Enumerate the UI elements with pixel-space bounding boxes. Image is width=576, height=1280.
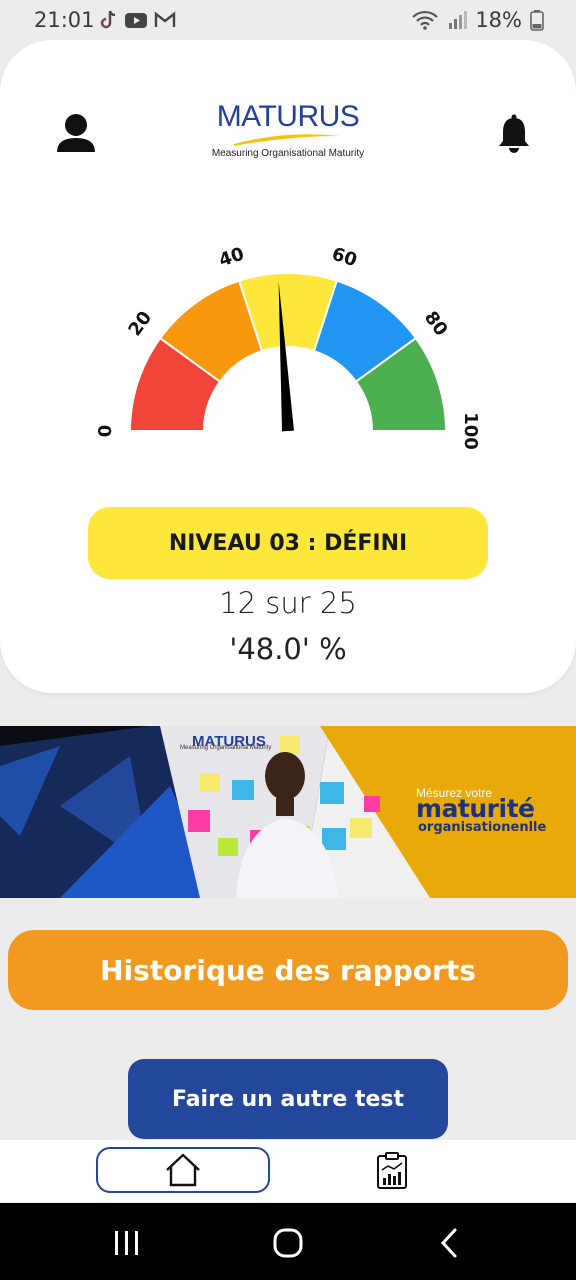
banner-text-line3: organisationenlle	[418, 820, 547, 835]
gauge-tick-label: 80	[420, 307, 452, 340]
nav-reports-tab[interactable]	[372, 1150, 412, 1192]
notification-icons	[98, 9, 176, 31]
gmail-icon	[154, 11, 176, 27]
system-navigation-bar	[0, 1203, 576, 1280]
profile-button[interactable]	[54, 112, 98, 156]
gauge-tick-label: 0	[95, 425, 116, 438]
banner-logo-subtitle: Measuring Organisational Maturity	[180, 745, 272, 751]
gauge-tick-label: 20	[124, 307, 156, 340]
logo-text: MATURUS	[216, 100, 360, 133]
status-bar: 21:01 18%	[0, 0, 576, 40]
gauge-tick-label: 40	[216, 244, 246, 272]
battery-icon	[530, 10, 544, 31]
gauge-tick-label: 100	[460, 412, 481, 450]
recent-apps-icon[interactable]	[112, 1229, 142, 1257]
score-text: 12 sur 25	[219, 586, 357, 620]
youtube-icon	[125, 13, 147, 28]
status-time: 21:01	[34, 8, 95, 32]
level-badge: NIVEAU 03 : DÉFINI	[88, 507, 488, 579]
maturity-gauge: 0 20 40 60 80 100	[95, 244, 481, 450]
score-percent: '48.0' %	[229, 632, 347, 666]
retake-test-button[interactable]: Faire un autre test	[128, 1059, 448, 1139]
signal-icon	[449, 11, 468, 29]
bottom-navigation	[0, 1140, 576, 1202]
wifi-icon	[412, 10, 439, 30]
logo-subtitle: Measuring Organisational Maturity	[211, 148, 365, 159]
maturus-logo: MATURUS Measuring Organisational Maturit…	[196, 100, 380, 166]
status-right: 18%	[411, 8, 544, 32]
bell-icon	[499, 114, 529, 153]
logo-swoosh	[234, 134, 340, 146]
back-icon[interactable]	[438, 1227, 460, 1259]
home-icon	[166, 1153, 200, 1187]
report-chart-icon	[377, 1152, 407, 1189]
user-icon	[57, 114, 95, 152]
battery-percent: 18%	[475, 8, 522, 32]
report-history-button[interactable]: Historique des rapports	[8, 930, 568, 1010]
gauge-tick-label: 60	[329, 244, 359, 272]
tiktok-icon	[100, 10, 116, 29]
home-circle-icon[interactable]	[272, 1227, 304, 1259]
nav-home-tab[interactable]	[96, 1147, 270, 1193]
banner-text-line2: maturité	[416, 794, 535, 823]
notification-button[interactable]	[496, 114, 532, 154]
